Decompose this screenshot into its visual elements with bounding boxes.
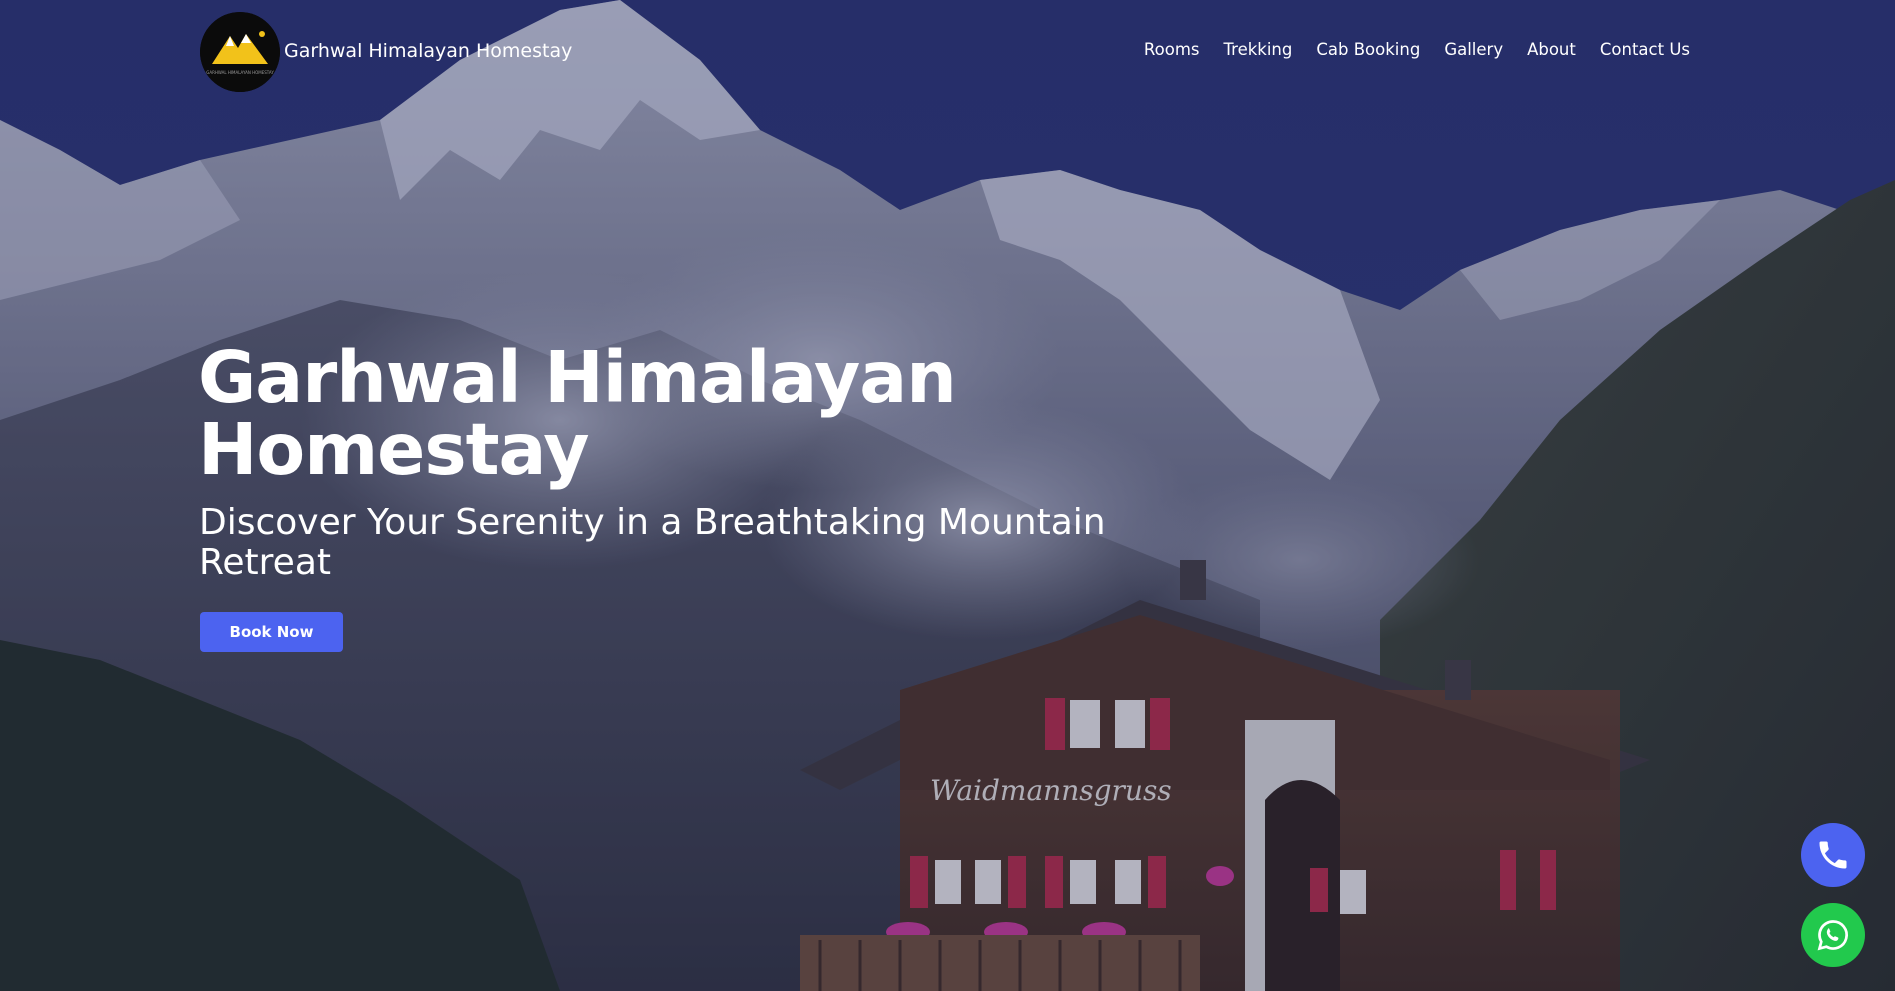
hero-subtitle: Discover Your Serenity in a Breathtaking… — [199, 503, 1199, 583]
hero-section: Waidmannsgruss GARHWAL HIMALAYAN HOMESTA… — [0, 0, 1895, 991]
call-button[interactable] — [1801, 823, 1865, 887]
nav-about[interactable]: About — [1527, 40, 1576, 59]
whatsapp-icon — [1817, 920, 1848, 951]
hero-subtitle-line2: Retreat — [199, 542, 331, 583]
logo[interactable]: GARHWAL HIMALAYAN HOMESTAY — [200, 12, 280, 92]
svg-text:GARHWAL HIMALAYAN HOMESTAY: GARHWAL HIMALAYAN HOMESTAY — [206, 70, 274, 75]
book-now-button[interactable]: Book Now — [200, 612, 343, 652]
brand-name[interactable]: Garhwal Himalayan Homestay — [284, 40, 572, 62]
site-header: GARHWAL HIMALAYAN HOMESTAY Garhwal Himal… — [200, 12, 1690, 92]
whatsapp-button[interactable] — [1801, 903, 1865, 967]
nav-gallery[interactable]: Gallery — [1444, 40, 1503, 59]
nav-rooms[interactable]: Rooms — [1144, 40, 1200, 59]
main-nav: Rooms Trekking Cab Booking Gallery About… — [1144, 40, 1690, 59]
hero-background-image: Waidmannsgruss — [0, 0, 1895, 991]
nav-trekking[interactable]: Trekking — [1224, 40, 1293, 59]
hero-title-line1: Garhwal Himalayan — [198, 336, 957, 419]
hero-title-line2: Homestay — [198, 408, 590, 491]
hero-title: Garhwal Himalayan Homestay — [198, 342, 1198, 486]
nav-cab-booking[interactable]: Cab Booking — [1316, 40, 1420, 59]
mountain-sun-logo-icon: GARHWAL HIMALAYAN HOMESTAY — [200, 12, 280, 92]
nav-contact-us[interactable]: Contact Us — [1600, 40, 1690, 59]
phone-icon — [1819, 841, 1847, 869]
hero-subtitle-line1: Discover Your Serenity in a Breathtaking… — [199, 502, 1106, 543]
